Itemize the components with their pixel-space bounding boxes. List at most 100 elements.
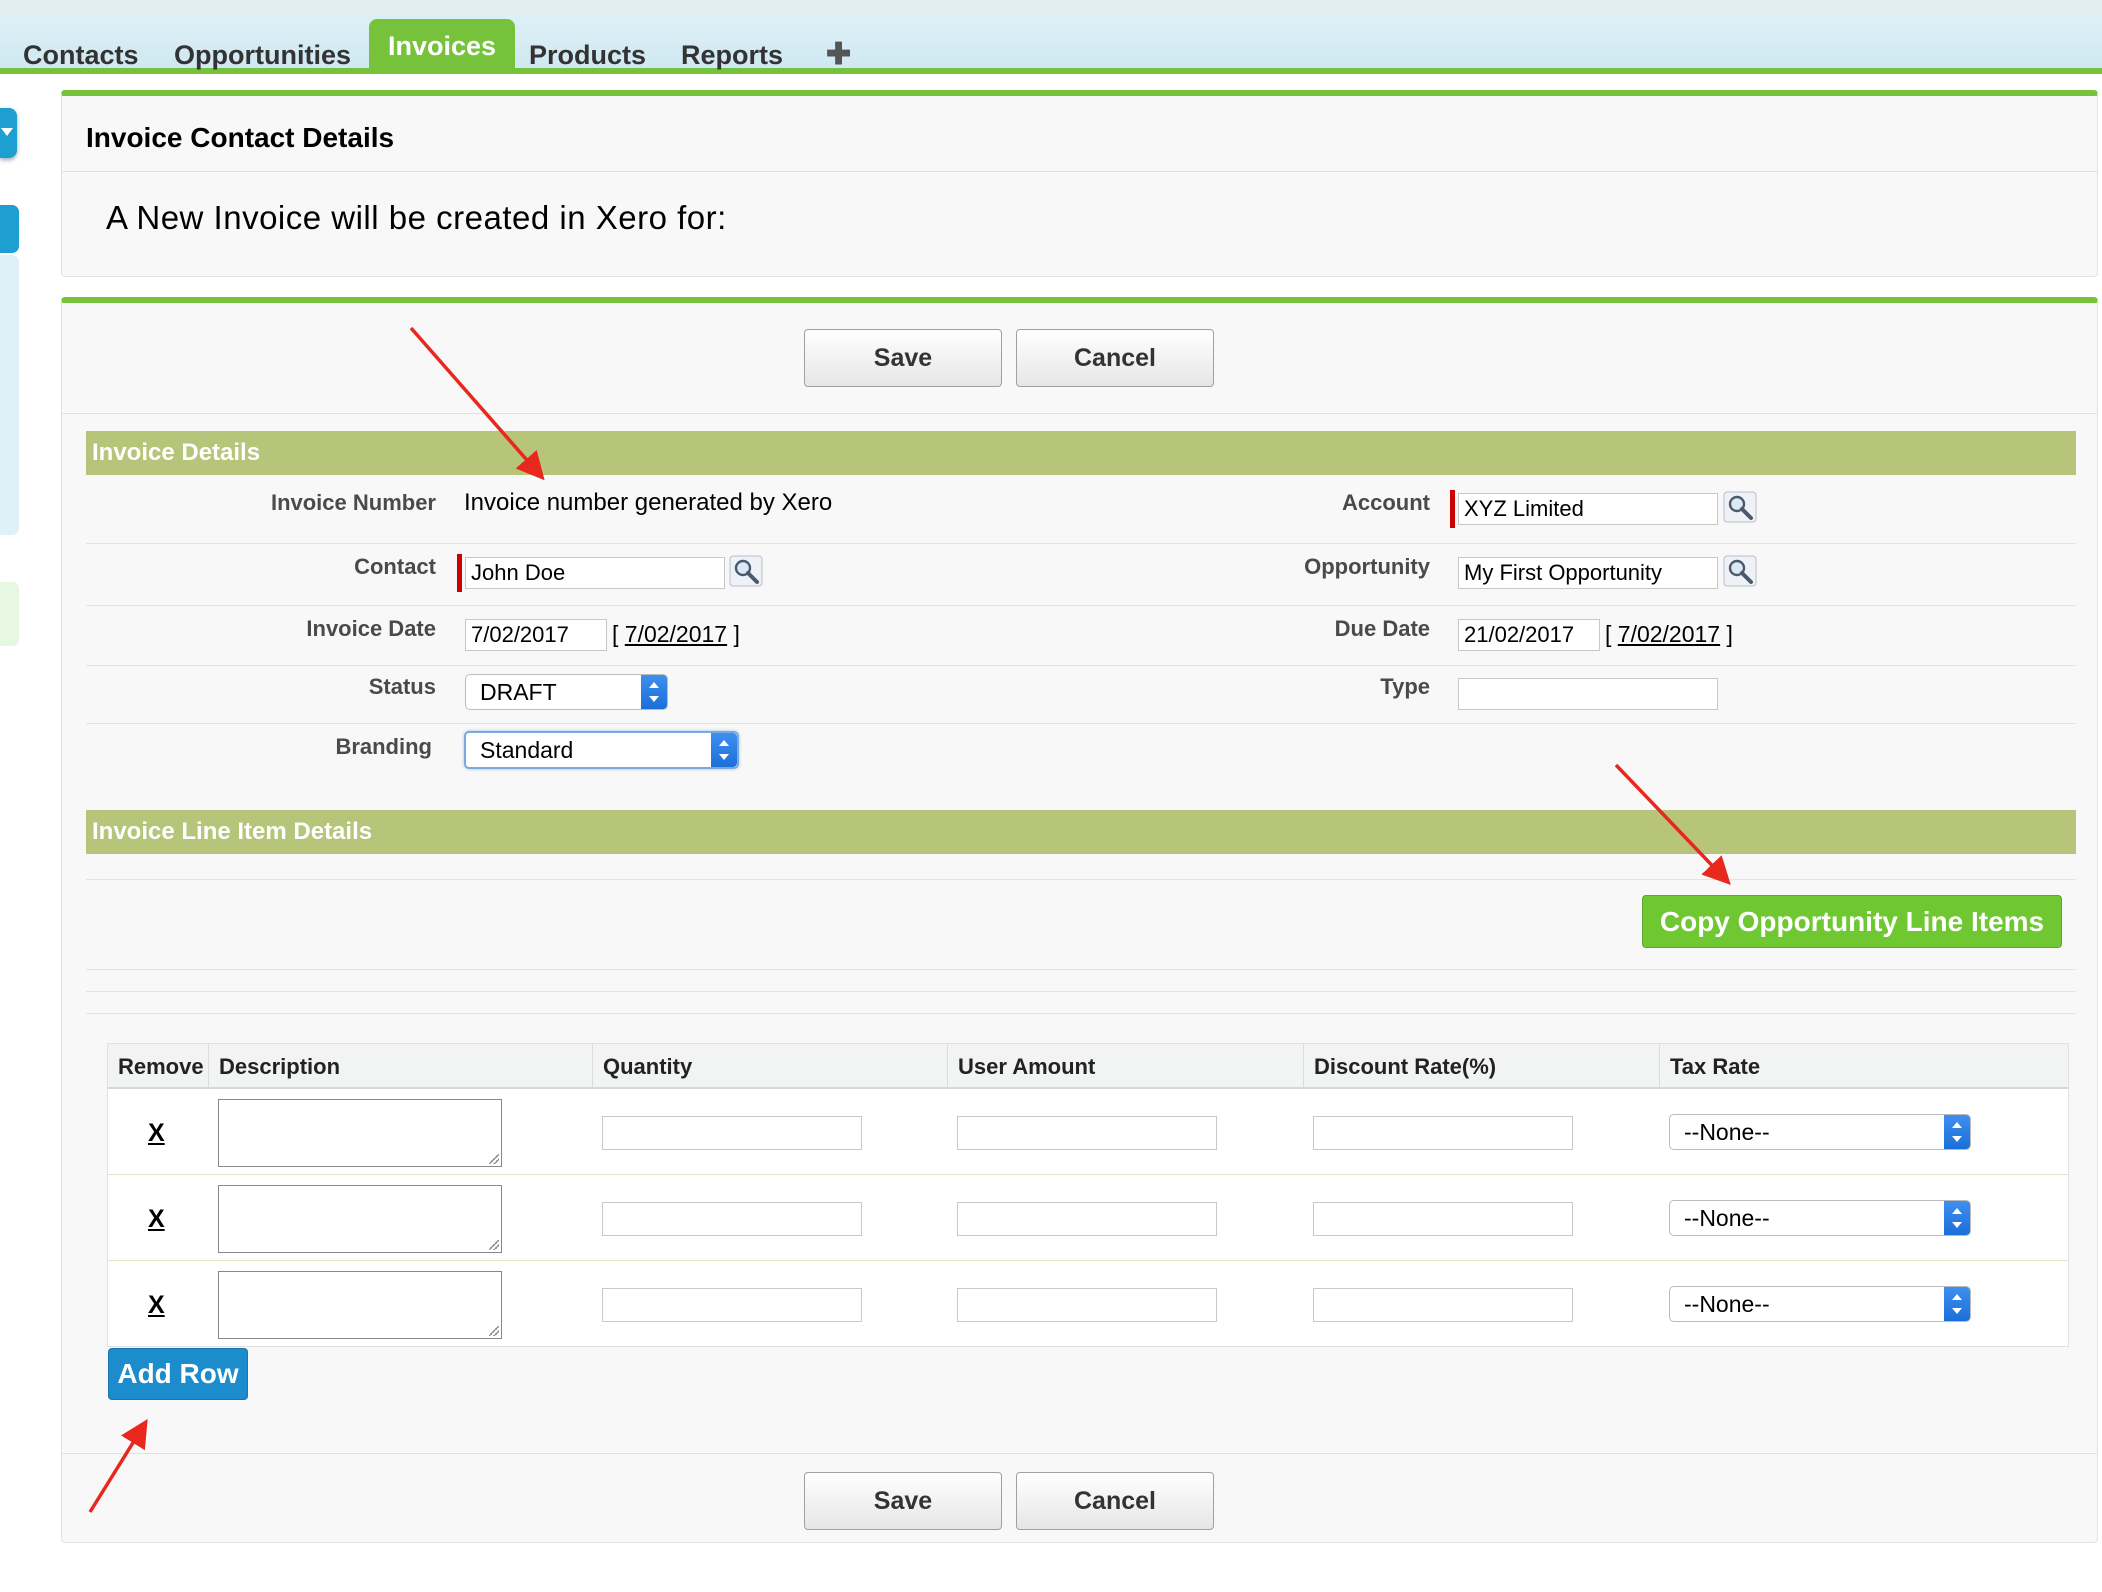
line-items-table: Remove Description Quantity User Amount … [107,1043,2069,1347]
column-header-discount-rate: Discount Rate(%) [1303,1044,1659,1087]
tax-rate-selected-value: --None-- [1684,1205,1770,1231]
account-input[interactable]: XYZ Limited [1458,493,1718,525]
add-row-button[interactable]: Add Row [108,1348,248,1400]
select-arrows-icon [1944,1201,1970,1235]
sidebar-panel [0,255,19,535]
tax-rate-selected-value: --None-- [1684,1291,1770,1317]
remove-row-button[interactable]: X [148,1119,165,1148]
status-label: Status [368,674,436,699]
tab-opportunities[interactable]: Opportunities [168,30,357,80]
branding-label: Branding [335,734,432,759]
due-date-today-link[interactable]: 7/02/2017 [1618,621,1720,647]
status-selected-value: DRAFT [480,679,557,705]
table-row: X --None-- [108,1089,2068,1175]
column-header-remove: Remove [118,1054,204,1079]
invoice-date-today: [ 7/02/2017 ] [612,621,740,647]
table-row: X --None-- [108,1175,2068,1261]
required-indicator [1450,490,1455,528]
row-divider [86,723,2076,724]
column-header-user-amount: User Amount [947,1044,1303,1087]
table-header: Remove Description Quantity User Amount … [108,1044,2068,1089]
add-tab-icon[interactable]: ✚ [820,30,857,80]
column-header-description: Description [208,1044,592,1087]
quantity-input[interactable] [602,1288,862,1322]
branding-select[interactable]: Standard [464,731,739,769]
tax-rate-select[interactable]: --None-- [1669,1200,1971,1236]
invoice-edit-panel: Save Cancel Invoice Details Invoice Numb… [61,297,2098,1543]
select-arrows-icon [1944,1287,1970,1321]
tax-rate-select[interactable]: --None-- [1669,1286,1971,1322]
remove-row-button[interactable]: X [148,1205,165,1234]
save-button-bottom[interactable]: Save [804,1472,1002,1530]
column-header-quantity: Quantity [592,1044,947,1087]
panel-title: Invoice Contact Details [86,122,395,153]
select-arrows-icon [1944,1115,1970,1149]
column-header-tax-rate: Tax Rate [1659,1044,2070,1087]
top-tab-bar: Contacts Opportunities Invoices Products… [0,0,2102,74]
contact-input[interactable]: John Doe [465,557,725,589]
tab-reports[interactable]: Reports [675,30,789,80]
user-amount-input[interactable] [957,1116,1217,1150]
select-arrows-icon [641,675,667,709]
discount-rate-input[interactable] [1313,1288,1573,1322]
table-row: X --None-- [108,1261,2068,1347]
tax-rate-selected-value: --None-- [1684,1119,1770,1145]
copy-opportunity-line-items-button[interactable]: Copy Opportunity Line Items [1642,895,2062,948]
opportunity-input[interactable]: My First Opportunity [1458,557,1718,589]
account-lookup-icon[interactable] [1723,491,1757,523]
due-date-label: Due Date [1334,616,1430,641]
invoice-contact-details-panel: Invoice Contact Details A New Invoice wi… [61,90,2098,277]
contact-label: Contact [354,554,436,579]
invoice-number-value: Invoice number generated by Xero [464,489,833,516]
sidebar-panel-green [0,582,19,646]
opportunity-label: Opportunity [1304,554,1430,579]
cancel-button-bottom[interactable]: Cancel [1016,1472,1214,1530]
tab-contacts[interactable]: Contacts [17,30,145,80]
invoice-date-label: Invoice Date [306,616,436,641]
quantity-input[interactable] [602,1116,862,1150]
description-textarea[interactable] [218,1099,502,1167]
invoice-number-label: Invoice Number [270,490,436,515]
row-divider [86,991,2076,992]
type-label: Type [1380,674,1430,699]
row-divider [86,879,2076,880]
invoice-date-input[interactable]: 7/02/2017 [465,619,607,651]
tab-products[interactable]: Products [523,30,652,80]
divider [62,171,2097,172]
row-divider [86,969,2076,970]
tab-invoices[interactable]: Invoices [369,19,515,70]
divider [62,1453,2097,1454]
required-indicator [457,554,462,592]
due-date-input[interactable]: 21/02/2017 [1458,619,1600,651]
discount-rate-input[interactable] [1313,1202,1573,1236]
due-date-today: [ 7/02/2017 ] [1605,621,1733,647]
opportunity-lookup-icon[interactable] [1723,555,1757,587]
description-textarea[interactable] [218,1185,502,1253]
contact-lookup-icon[interactable] [729,555,763,587]
select-arrows-icon [711,733,737,767]
row-divider [86,605,2076,606]
invoice-date-today-link[interactable]: 7/02/2017 [625,621,727,647]
user-amount-input[interactable] [957,1202,1217,1236]
discount-rate-input[interactable] [1313,1116,1573,1150]
sidebar-collapse-toggle[interactable] [0,108,17,158]
row-divider [86,665,2076,666]
quantity-input[interactable] [602,1202,862,1236]
status-select[interactable]: DRAFT [465,674,668,710]
remove-row-button[interactable]: X [148,1291,165,1320]
type-input[interactable] [1458,678,1718,710]
row-divider [86,1013,2076,1014]
invoice-details-header: Invoice Details [86,431,2076,475]
account-label: Account [1342,490,1430,515]
tax-rate-select[interactable]: --None-- [1669,1114,1971,1150]
user-amount-input[interactable] [957,1288,1217,1322]
cancel-button-top[interactable]: Cancel [1016,329,1214,387]
save-button-top[interactable]: Save [804,329,1002,387]
new-invoice-message: A New Invoice will be created in Xero fo… [106,199,727,236]
description-textarea[interactable] [218,1271,502,1339]
line-item-details-header: Invoice Line Item Details [86,810,2076,854]
branding-selected-value: Standard [480,737,574,763]
sidebar-header [0,205,19,253]
divider [62,413,2097,414]
row-divider [86,543,2076,544]
